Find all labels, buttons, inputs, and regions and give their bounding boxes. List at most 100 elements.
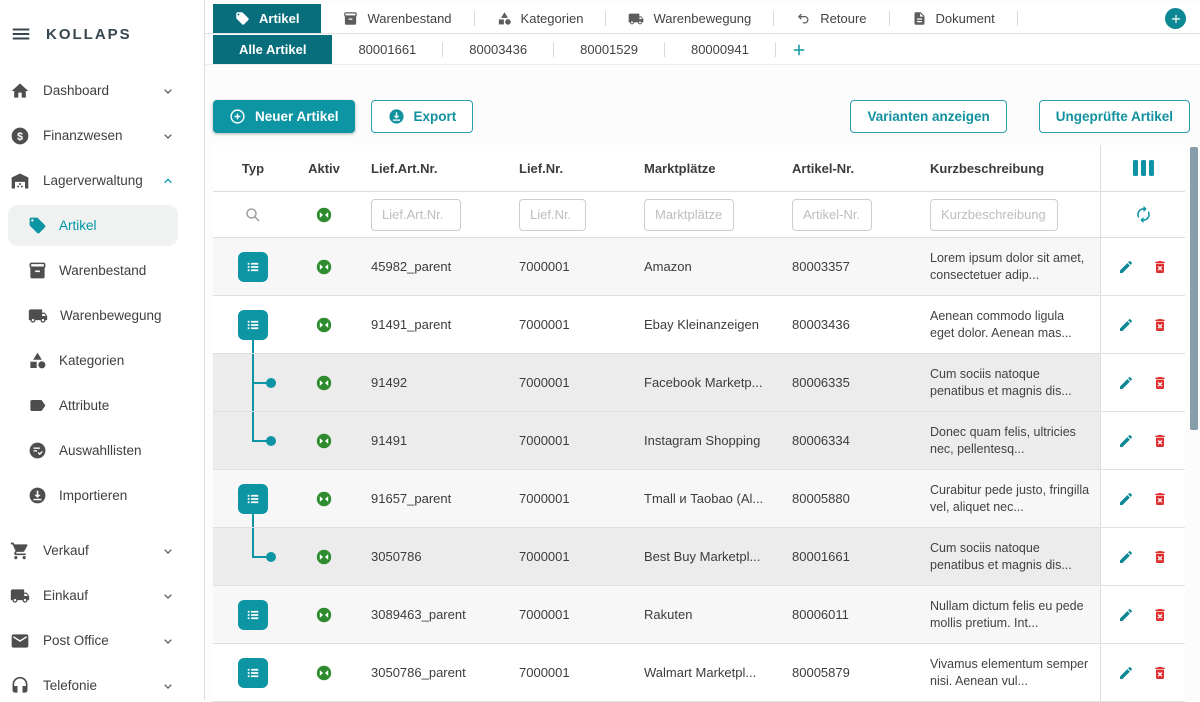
undo-arrow-icon xyxy=(796,11,811,26)
delete-icon[interactable] xyxy=(1152,491,1168,507)
chevron-down-icon xyxy=(160,543,176,559)
sidebar-item-telefonie[interactable]: Telefonie xyxy=(0,663,204,700)
filter-lief-art-nr-input[interactable] xyxy=(371,199,461,231)
sidebar-item-importieren[interactable]: Importieren xyxy=(0,473,204,518)
tab-label: 80001661 xyxy=(358,42,416,57)
tab-dokument[interactable]: Dokument xyxy=(890,4,1017,33)
menu-icon[interactable] xyxy=(10,23,32,45)
sidebar-item-kategorien[interactable]: Kategorien xyxy=(0,338,204,383)
delete-icon[interactable] xyxy=(1152,317,1168,333)
edit-icon[interactable] xyxy=(1118,317,1134,333)
lief-art-nr-value: 91657_parent xyxy=(355,470,503,527)
delete-icon[interactable] xyxy=(1152,375,1168,391)
tab-warenbewegung[interactable]: Warenbewegung xyxy=(606,4,773,33)
delete-icon[interactable] xyxy=(1152,259,1168,275)
article-type-button[interactable] xyxy=(238,658,268,688)
aktiv-filter-icon[interactable] xyxy=(316,207,332,223)
tab-article-80001661[interactable]: 80001661 xyxy=(332,35,442,64)
article-type-button[interactable] xyxy=(238,600,268,630)
add-module-tab-button[interactable] xyxy=(1165,8,1186,29)
document-icon xyxy=(912,11,927,26)
tab-kategorien[interactable]: Kategorien xyxy=(475,4,606,33)
lief-art-nr-value: 91491_parent xyxy=(355,296,503,353)
tab-artikel[interactable]: Artikel xyxy=(213,4,321,33)
delete-icon[interactable] xyxy=(1152,433,1168,449)
edit-icon[interactable] xyxy=(1118,259,1134,275)
tab-warenbestand[interactable]: Warenbestand xyxy=(321,4,473,33)
col-kurzbeschreibung[interactable]: Kurzbeschreibung xyxy=(914,145,1100,191)
tab-retoure[interactable]: Retoure xyxy=(774,4,888,33)
filter-artikel-nr-input[interactable] xyxy=(792,199,872,231)
tab-article-80003436[interactable]: 80003436 xyxy=(443,35,553,64)
sidebar-item-warenbewegung[interactable]: Warenbewegung xyxy=(0,293,204,338)
lief-nr-value: 7000001 xyxy=(503,354,628,411)
sidebar: KOLLAPS Dashboard Finanzwesen Lagerverwa… xyxy=(0,0,205,700)
active-status-icon xyxy=(293,470,355,527)
col-lief-art-nr[interactable]: Lief.Art.Nr. xyxy=(355,145,503,191)
table-row: 3050786_parent 7000001 Walmart Marketpl.… xyxy=(213,644,1185,702)
filter-lief-nr-input[interactable] xyxy=(519,199,586,231)
label-icon xyxy=(28,396,47,415)
article-type-button[interactable] xyxy=(238,484,268,514)
tab-article-80001529[interactable]: 80001529 xyxy=(554,35,664,64)
sidebar-item-lagerverwaltung[interactable]: Lagerverwaltung xyxy=(0,158,204,203)
column-settings-cell xyxy=(1100,145,1185,191)
table-row: 91491_parent 7000001 Ebay Kleinanzeigen … xyxy=(213,296,1185,354)
active-status-icon xyxy=(293,644,355,701)
sidebar-item-auswahllisten[interactable]: Auswahllisten xyxy=(0,428,204,473)
edit-icon[interactable] xyxy=(1118,375,1134,391)
col-aktiv[interactable]: Aktiv xyxy=(293,145,355,191)
chevron-down-icon xyxy=(160,633,176,649)
download-circle-icon xyxy=(28,486,47,505)
edit-icon[interactable] xyxy=(1118,665,1134,681)
warehouse-icon xyxy=(10,171,30,191)
sidebar-item-attribute[interactable]: Attribute xyxy=(0,383,204,428)
add-article-tab-button[interactable] xyxy=(776,35,822,64)
sidebar-item-warenbestand[interactable]: Warenbestand xyxy=(0,248,204,293)
delete-icon[interactable] xyxy=(1152,549,1168,565)
sidebar-item-post-office[interactable]: Post Office xyxy=(0,618,204,663)
edit-icon[interactable] xyxy=(1118,607,1134,623)
edit-icon[interactable] xyxy=(1118,491,1134,507)
edit-icon[interactable] xyxy=(1118,549,1134,565)
article-type-button[interactable] xyxy=(238,310,268,340)
truck-icon xyxy=(10,586,30,606)
delete-icon[interactable] xyxy=(1152,607,1168,623)
download-circle-icon xyxy=(388,108,405,125)
chevron-up-icon xyxy=(160,173,176,189)
list-icon xyxy=(244,316,262,334)
export-button[interactable]: Export xyxy=(371,100,474,133)
col-typ[interactable]: Typ xyxy=(213,145,293,191)
col-artikel-nr[interactable]: Artikel-Nr. xyxy=(776,145,914,191)
new-article-button[interactable]: Neuer Artikel xyxy=(213,100,355,133)
button-label: Export xyxy=(414,109,457,124)
unchecked-articles-button[interactable]: Ungeprüfte Artikel xyxy=(1039,100,1190,133)
tab-alle-artikel[interactable]: Alle Artikel xyxy=(213,35,332,64)
show-variants-button[interactable]: Varianten anzeigen xyxy=(850,100,1006,133)
delete-icon[interactable] xyxy=(1152,665,1168,681)
col-lief-nr[interactable]: Lief.Nr. xyxy=(503,145,628,191)
tab-label: 80000941 xyxy=(691,42,749,57)
filter-kurzbeschreibung-input[interactable] xyxy=(930,199,1058,231)
sidebar-item-artikel[interactable]: Artikel xyxy=(0,203,204,248)
sidebar-item-dashboard[interactable]: Dashboard xyxy=(0,68,204,113)
marktplatz-value: Ebay Kleinanzeigen xyxy=(628,296,776,353)
main-content: Artikel Warenbestand Kategorien Warenbew… xyxy=(205,0,1200,700)
article-type-button[interactable] xyxy=(238,252,268,282)
shapes-icon xyxy=(497,11,512,26)
col-marktplaetze[interactable]: Marktplätze xyxy=(628,145,776,191)
tab-article-80000941[interactable]: 80000941 xyxy=(665,35,775,64)
refresh-icon[interactable] xyxy=(1134,205,1153,224)
sidebar-item-label: Telefonie xyxy=(43,678,97,693)
dollar-circle-icon xyxy=(10,126,30,146)
sidebar-item-finanzwesen[interactable]: Finanzwesen xyxy=(0,113,204,158)
kurzbeschreibung-value: Donec quam felis, ultricies nec, pellent… xyxy=(914,412,1100,469)
sidebar-item-einkauf[interactable]: Einkauf xyxy=(0,573,204,618)
edit-icon[interactable] xyxy=(1118,433,1134,449)
lief-nr-value: 7000001 xyxy=(503,644,628,701)
columns-icon[interactable] xyxy=(1133,160,1154,176)
filter-marktplaetze-input[interactable] xyxy=(644,199,734,231)
sidebar-item-verkauf[interactable]: Verkauf xyxy=(0,528,204,573)
vertical-scrollbar[interactable] xyxy=(1190,147,1198,430)
lief-art-nr-value: 3089463_parent xyxy=(355,586,503,643)
